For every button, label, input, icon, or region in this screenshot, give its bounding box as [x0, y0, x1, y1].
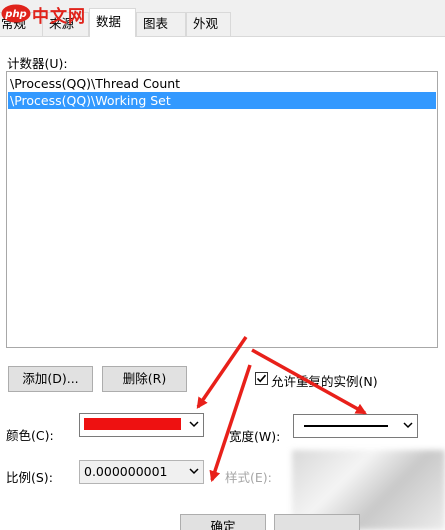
ok-button-label: 确定	[210, 519, 236, 530]
scale-dropdown[interactable]: 0.000000001	[79, 460, 204, 484]
scale-label: 比例(S):	[6, 470, 53, 485]
counters-listbox[interactable]: \Process(QQ)\Thread Count \Process(QQ)\W…	[6, 71, 438, 348]
ok-button[interactable]: 确定	[180, 514, 266, 530]
remove-button[interactable]: 删除(R)	[102, 366, 187, 392]
color-swatch	[84, 418, 181, 430]
allow-duplicates-label: 允许重复的实例(N)	[271, 374, 378, 389]
checkmark-icon	[256, 374, 267, 383]
color-label: 颜色(C):	[6, 428, 54, 443]
logo-text: 中文网	[32, 7, 86, 27]
counter-item-text: \Process(QQ)\Thread Count	[10, 76, 181, 91]
add-button[interactable]: 添加(D)...	[8, 366, 93, 392]
counters-label: 计数器(U):	[7, 56, 68, 71]
style-label: 样式(E):	[225, 470, 272, 485]
counter-item[interactable]: \Process(QQ)\Thread Count	[8, 75, 436, 92]
tab-graph[interactable]: 图表	[136, 12, 186, 36]
line-width-preview	[304, 425, 388, 427]
chevron-down-icon	[189, 421, 199, 428]
tab-appearance[interactable]: 外观	[186, 12, 231, 36]
add-button-label: 添加(D)...	[22, 371, 79, 386]
tab-data[interactable]: 数据	[89, 8, 136, 37]
tab-appearance-label: 外观	[193, 16, 219, 31]
counter-item-text: \Process(QQ)\Working Set	[10, 93, 171, 108]
color-dropdown[interactable]	[79, 413, 204, 437]
php-logo-icon: php	[1, 4, 31, 23]
scale-value: 0.000000001	[84, 464, 168, 479]
allow-duplicates-checkbox[interactable]	[255, 372, 268, 385]
tab-data-label: 数据	[96, 14, 122, 29]
counter-item-selected[interactable]: \Process(QQ)\Working Set	[8, 92, 436, 109]
chevron-down-icon	[403, 422, 413, 429]
remove-button-label: 删除(R)	[122, 371, 167, 386]
width-dropdown[interactable]	[293, 414, 418, 438]
logo-badge-text: php	[4, 9, 26, 20]
width-label: 宽度(W):	[229, 429, 281, 444]
chevron-down-icon	[189, 468, 199, 475]
tab-graph-label: 图表	[143, 16, 169, 31]
cancel-button[interactable]	[274, 514, 360, 530]
